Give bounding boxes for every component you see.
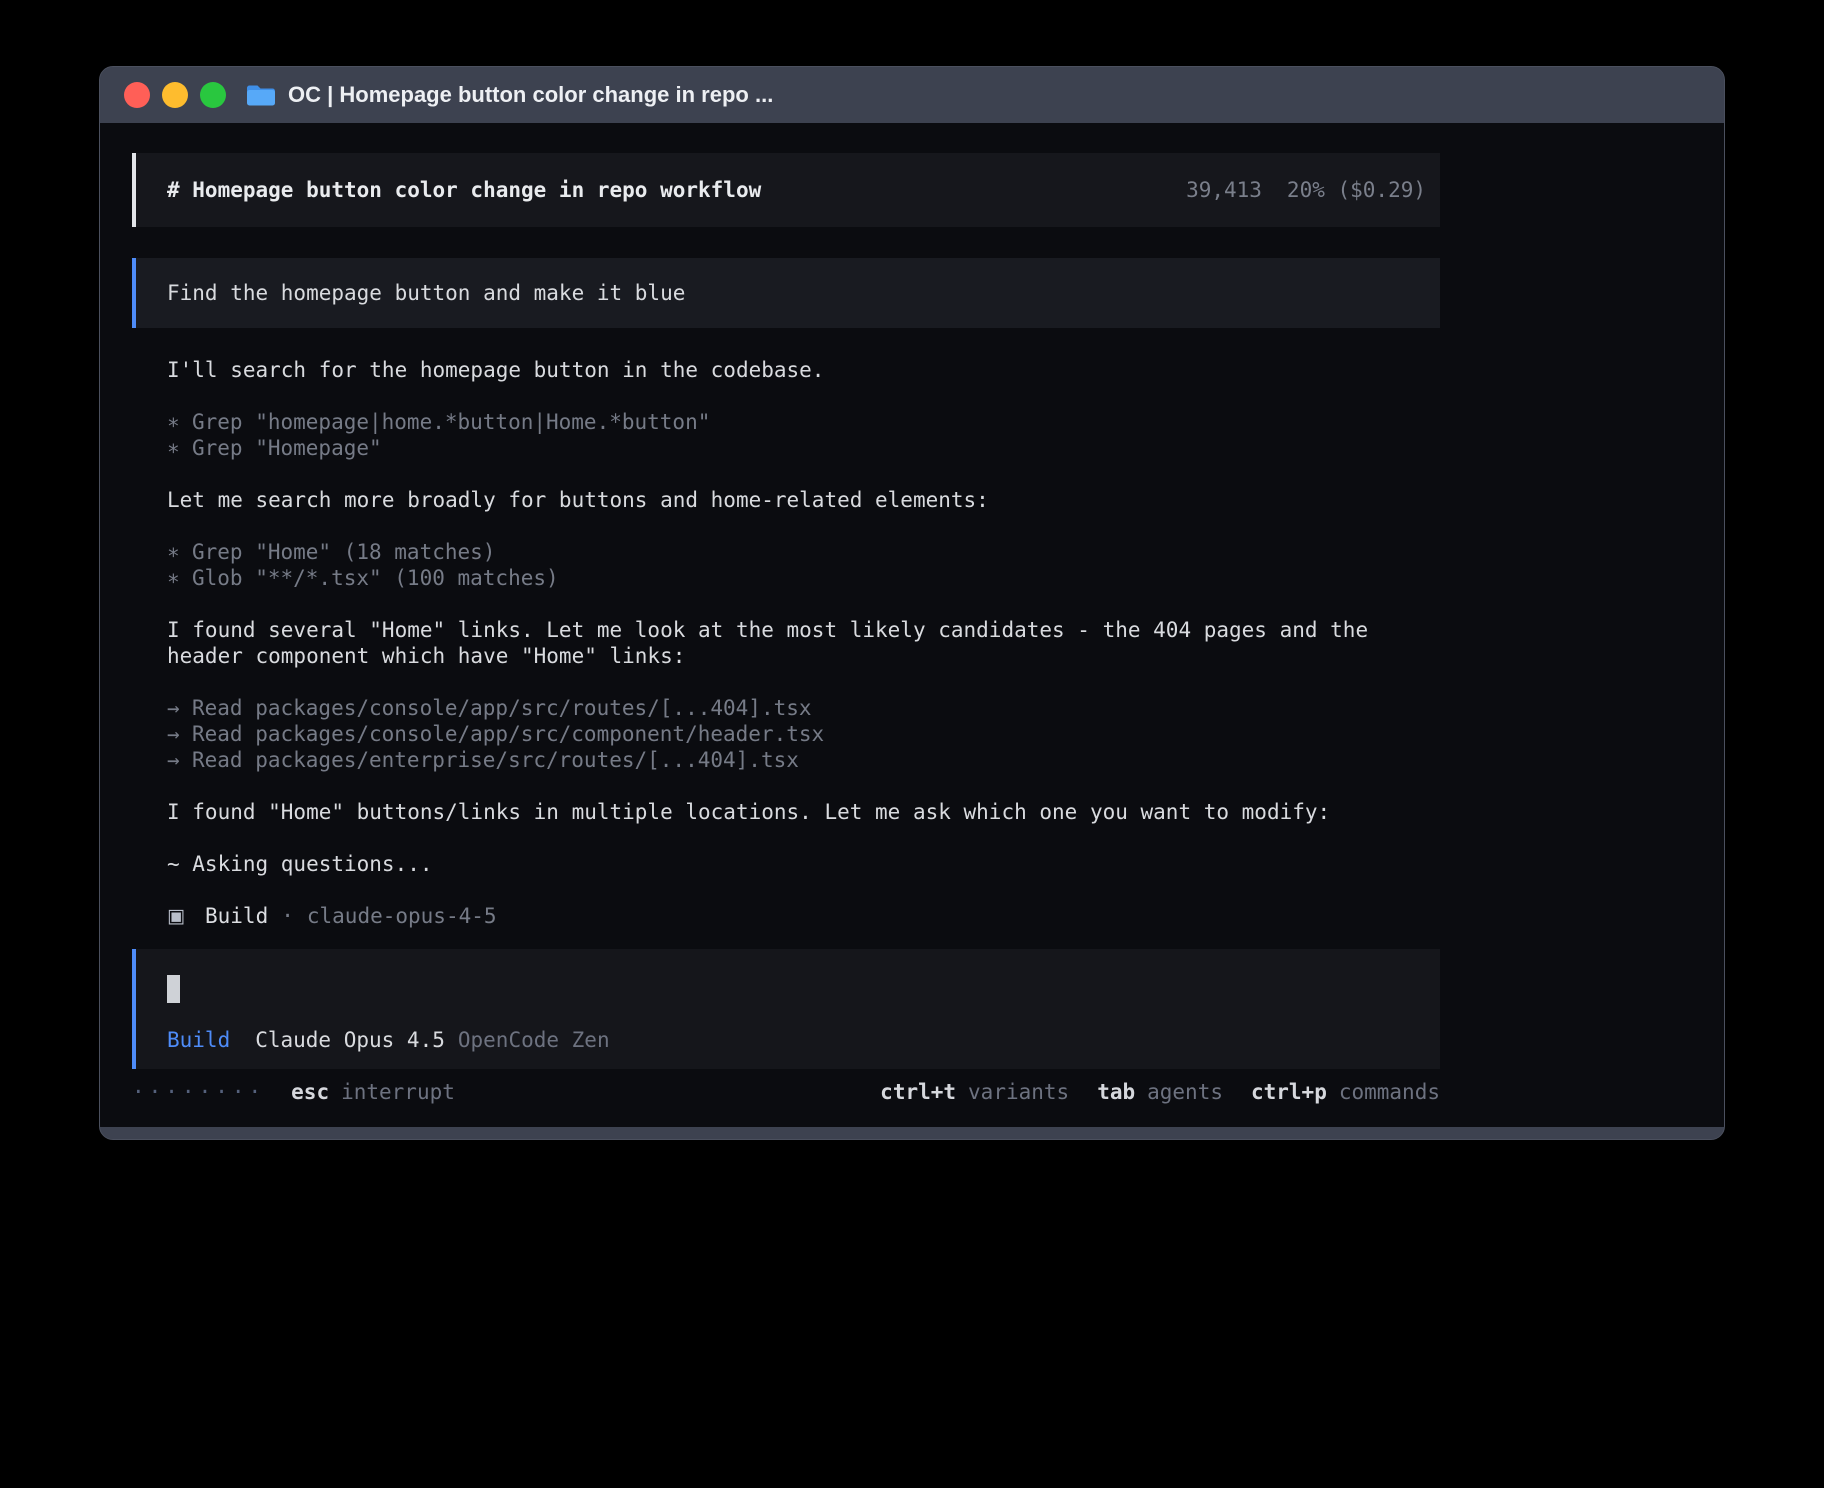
close-button[interactable] xyxy=(124,82,150,108)
commands-hint: ctrl+p commands xyxy=(1251,1079,1440,1105)
read-tool-text: Read packages/enterprise/src/routes/[...… xyxy=(192,748,799,772)
asterisk-icon: ∗ xyxy=(167,409,192,435)
read-tool-text: Read packages/console/app/src/component/… xyxy=(192,722,824,746)
asterisk-icon: ∗ xyxy=(167,435,192,461)
tab-key-label: tab xyxy=(1097,1079,1135,1105)
terminal-content: # Homepage button color change in repo w… xyxy=(100,123,1724,1127)
provider-label: OpenCode Zen xyxy=(458,1027,610,1053)
assistant-text: Let me search more broadly for buttons a… xyxy=(167,487,1440,513)
model-label: Claude Opus 4.5 xyxy=(255,1027,445,1053)
assistant-status-text: ~ Asking questions... xyxy=(167,851,1440,877)
status-left: ········ esc interrupt xyxy=(132,1079,455,1105)
session-meta: 39,413 20% ($0.29) xyxy=(1186,177,1426,203)
folder-icon xyxy=(246,83,276,107)
mode-label: Build xyxy=(167,1027,230,1053)
tool-call-line: ∗Glob "**/*.tsx" (100 matches) xyxy=(167,565,1440,591)
tool-call-text: Glob "**/*.tsx" (100 matches) xyxy=(192,566,559,590)
variants-hint: ctrl+t variants xyxy=(880,1079,1069,1105)
dot-separator: · xyxy=(281,903,294,929)
tool-call-text: Grep "Homepage" xyxy=(192,436,382,460)
read-tool-text: Read packages/console/app/src/routes/[..… xyxy=(192,696,812,720)
esc-hint: esc interrupt xyxy=(291,1079,455,1105)
read-tool-line: →Read packages/console/app/src/routes/[.… xyxy=(167,695,1440,721)
status-right: ctrl+t variants tab agents ctrl+p comman… xyxy=(880,1079,1440,1105)
spinner-dots: ········ xyxy=(132,1079,265,1105)
variants-label: variants xyxy=(968,1079,1069,1105)
text-cursor xyxy=(167,975,180,1003)
terminal-window: OC | Homepage button color change in rep… xyxy=(99,66,1725,1140)
ctrl-p-key-label: ctrl+p xyxy=(1251,1079,1327,1105)
prompt-input[interactable]: Build Claude Opus 4.5 OpenCode Zen xyxy=(132,949,1440,1069)
asterisk-icon: ∗ xyxy=(167,565,192,591)
commands-label: commands xyxy=(1339,1079,1440,1105)
session-header: # Homepage button color change in repo w… xyxy=(132,153,1440,227)
token-count: 39,413 xyxy=(1186,177,1262,203)
asterisk-icon: ∗ xyxy=(167,539,192,565)
agent-name: Build xyxy=(205,903,268,929)
user-message-text: Find the homepage button and make it blu… xyxy=(167,280,685,306)
ctrl-t-key-label: ctrl+t xyxy=(880,1079,956,1105)
status-bar: ········ esc interrupt ctrl+t variants t… xyxy=(132,1079,1440,1105)
tool-call-text: Grep "homepage|home.*button|Home.*button… xyxy=(192,410,710,434)
zoom-button[interactable] xyxy=(200,82,226,108)
assistant-text: I found several "Home" links. Let me loo… xyxy=(167,617,1440,669)
user-message: Find the homepage button and make it blu… xyxy=(132,258,1440,328)
assistant-transcript: I'll search for the homepage button in t… xyxy=(132,357,1440,929)
title-area: OC | Homepage button color change in rep… xyxy=(246,82,773,108)
esc-action-label: interrupt xyxy=(341,1079,455,1105)
tool-call-line: ∗Grep "homepage|home.*button|Home.*butto… xyxy=(167,409,1440,435)
arrow-icon: → xyxy=(167,695,192,721)
context-usage: 20% ($0.29) xyxy=(1287,177,1426,203)
assistant-text: I'll search for the homepage button in t… xyxy=(167,357,1440,383)
arrow-icon: → xyxy=(167,721,192,747)
tool-call-text: Grep "Home" (18 matches) xyxy=(192,540,495,564)
window-titlebar: OC | Homepage button color change in rep… xyxy=(100,67,1724,123)
traffic-lights xyxy=(124,82,226,108)
arrow-icon: → xyxy=(167,747,192,773)
read-tool-line: →Read packages/console/app/src/component… xyxy=(167,721,1440,747)
agent-square-icon: ▣ xyxy=(167,903,205,929)
window-title: OC | Homepage button color change in rep… xyxy=(288,82,773,108)
tool-call-line: ∗Grep "Homepage" xyxy=(167,435,1440,461)
agent-status-line: ▣ Build · claude-opus-4-5 xyxy=(167,903,1440,929)
agents-label: agents xyxy=(1147,1079,1223,1105)
session-title: # Homepage button color change in repo w… xyxy=(167,177,761,203)
agents-hint: tab agents xyxy=(1097,1079,1223,1105)
minimize-button[interactable] xyxy=(162,82,188,108)
assistant-text: I found "Home" buttons/links in multiple… xyxy=(167,799,1440,825)
esc-key-label: esc xyxy=(291,1079,329,1105)
read-tool-line: →Read packages/enterprise/src/routes/[..… xyxy=(167,747,1440,773)
input-model-line: Build Claude Opus 4.5 OpenCode Zen xyxy=(167,1027,1409,1053)
tool-call-line: ∗Grep "Home" (18 matches) xyxy=(167,539,1440,565)
agent-model: claude-opus-4-5 xyxy=(307,903,497,929)
